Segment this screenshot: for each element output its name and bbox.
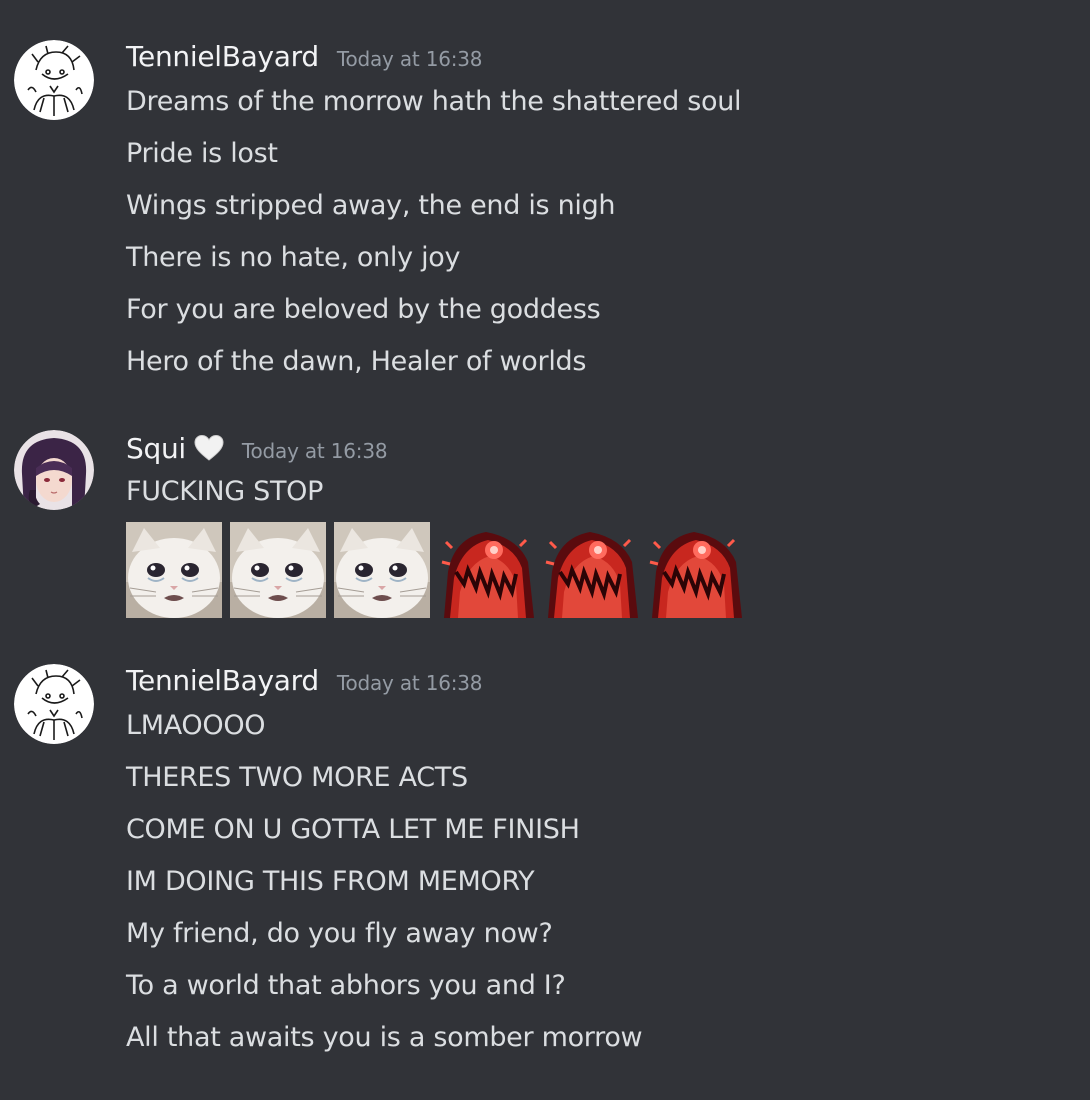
message-line: LMAOOOO [126, 710, 266, 741]
avatar-tennielbayard[interactable] [14, 664, 94, 744]
avatar-squi[interactable] [14, 430, 94, 510]
timestamp[interactable]: Today at 16:38 [337, 47, 483, 71]
message-line: My friend, do you fly away now? [126, 918, 553, 949]
crying-cat-emoji[interactable] [126, 522, 222, 618]
message-line: FUCKING STOP [126, 476, 324, 507]
white-heart-icon [194, 434, 224, 462]
angry-red-creature-emoji[interactable] [438, 522, 534, 618]
message-line: To a world that abhors you and I? [126, 970, 566, 1001]
message-line: There is no hate, only joy [126, 242, 461, 273]
message-header: TennielBayard Today at 16:38 [126, 664, 483, 702]
message-line: All that awaits you is a somber morrow [126, 1022, 643, 1053]
message-line: THERES TWO MORE ACTS [126, 762, 468, 793]
message-line: COME ON U GOTTA LET ME FINISH [126, 814, 580, 845]
message-line: For you are beloved by the goddess [126, 294, 601, 325]
anime-girl-avatar-icon [14, 430, 94, 510]
emoji-row [126, 522, 742, 618]
message-line: Dreams of the morrow hath the shattered … [126, 86, 742, 117]
message-line: IM DOING THIS FROM MEMORY [126, 866, 535, 897]
crying-cat-emoji[interactable] [230, 522, 326, 618]
avatar-tennielbayard[interactable] [14, 40, 94, 120]
message-header: TennielBayard Today at 16:38 [126, 40, 483, 78]
timestamp[interactable]: Today at 16:38 [337, 671, 483, 695]
message-line: Wings stripped away, the end is nigh [126, 190, 616, 221]
timestamp[interactable]: Today at 16:38 [242, 439, 388, 463]
angry-red-creature-emoji[interactable] [542, 522, 638, 618]
message-line: Pride is lost [126, 138, 278, 169]
crying-cat-emoji[interactable] [334, 522, 430, 618]
sketch-avatar-icon [14, 664, 94, 744]
username[interactable]: TennielBayard [126, 664, 319, 697]
sketch-avatar-icon [14, 40, 94, 120]
message-line: Hero of the dawn, Healer of worlds [126, 346, 587, 377]
angry-red-creature-emoji[interactable] [646, 522, 742, 618]
message-header: Squi Today at 16:38 [126, 430, 388, 468]
username[interactable]: TennielBayard [126, 40, 319, 73]
username[interactable]: Squi [126, 432, 186, 465]
